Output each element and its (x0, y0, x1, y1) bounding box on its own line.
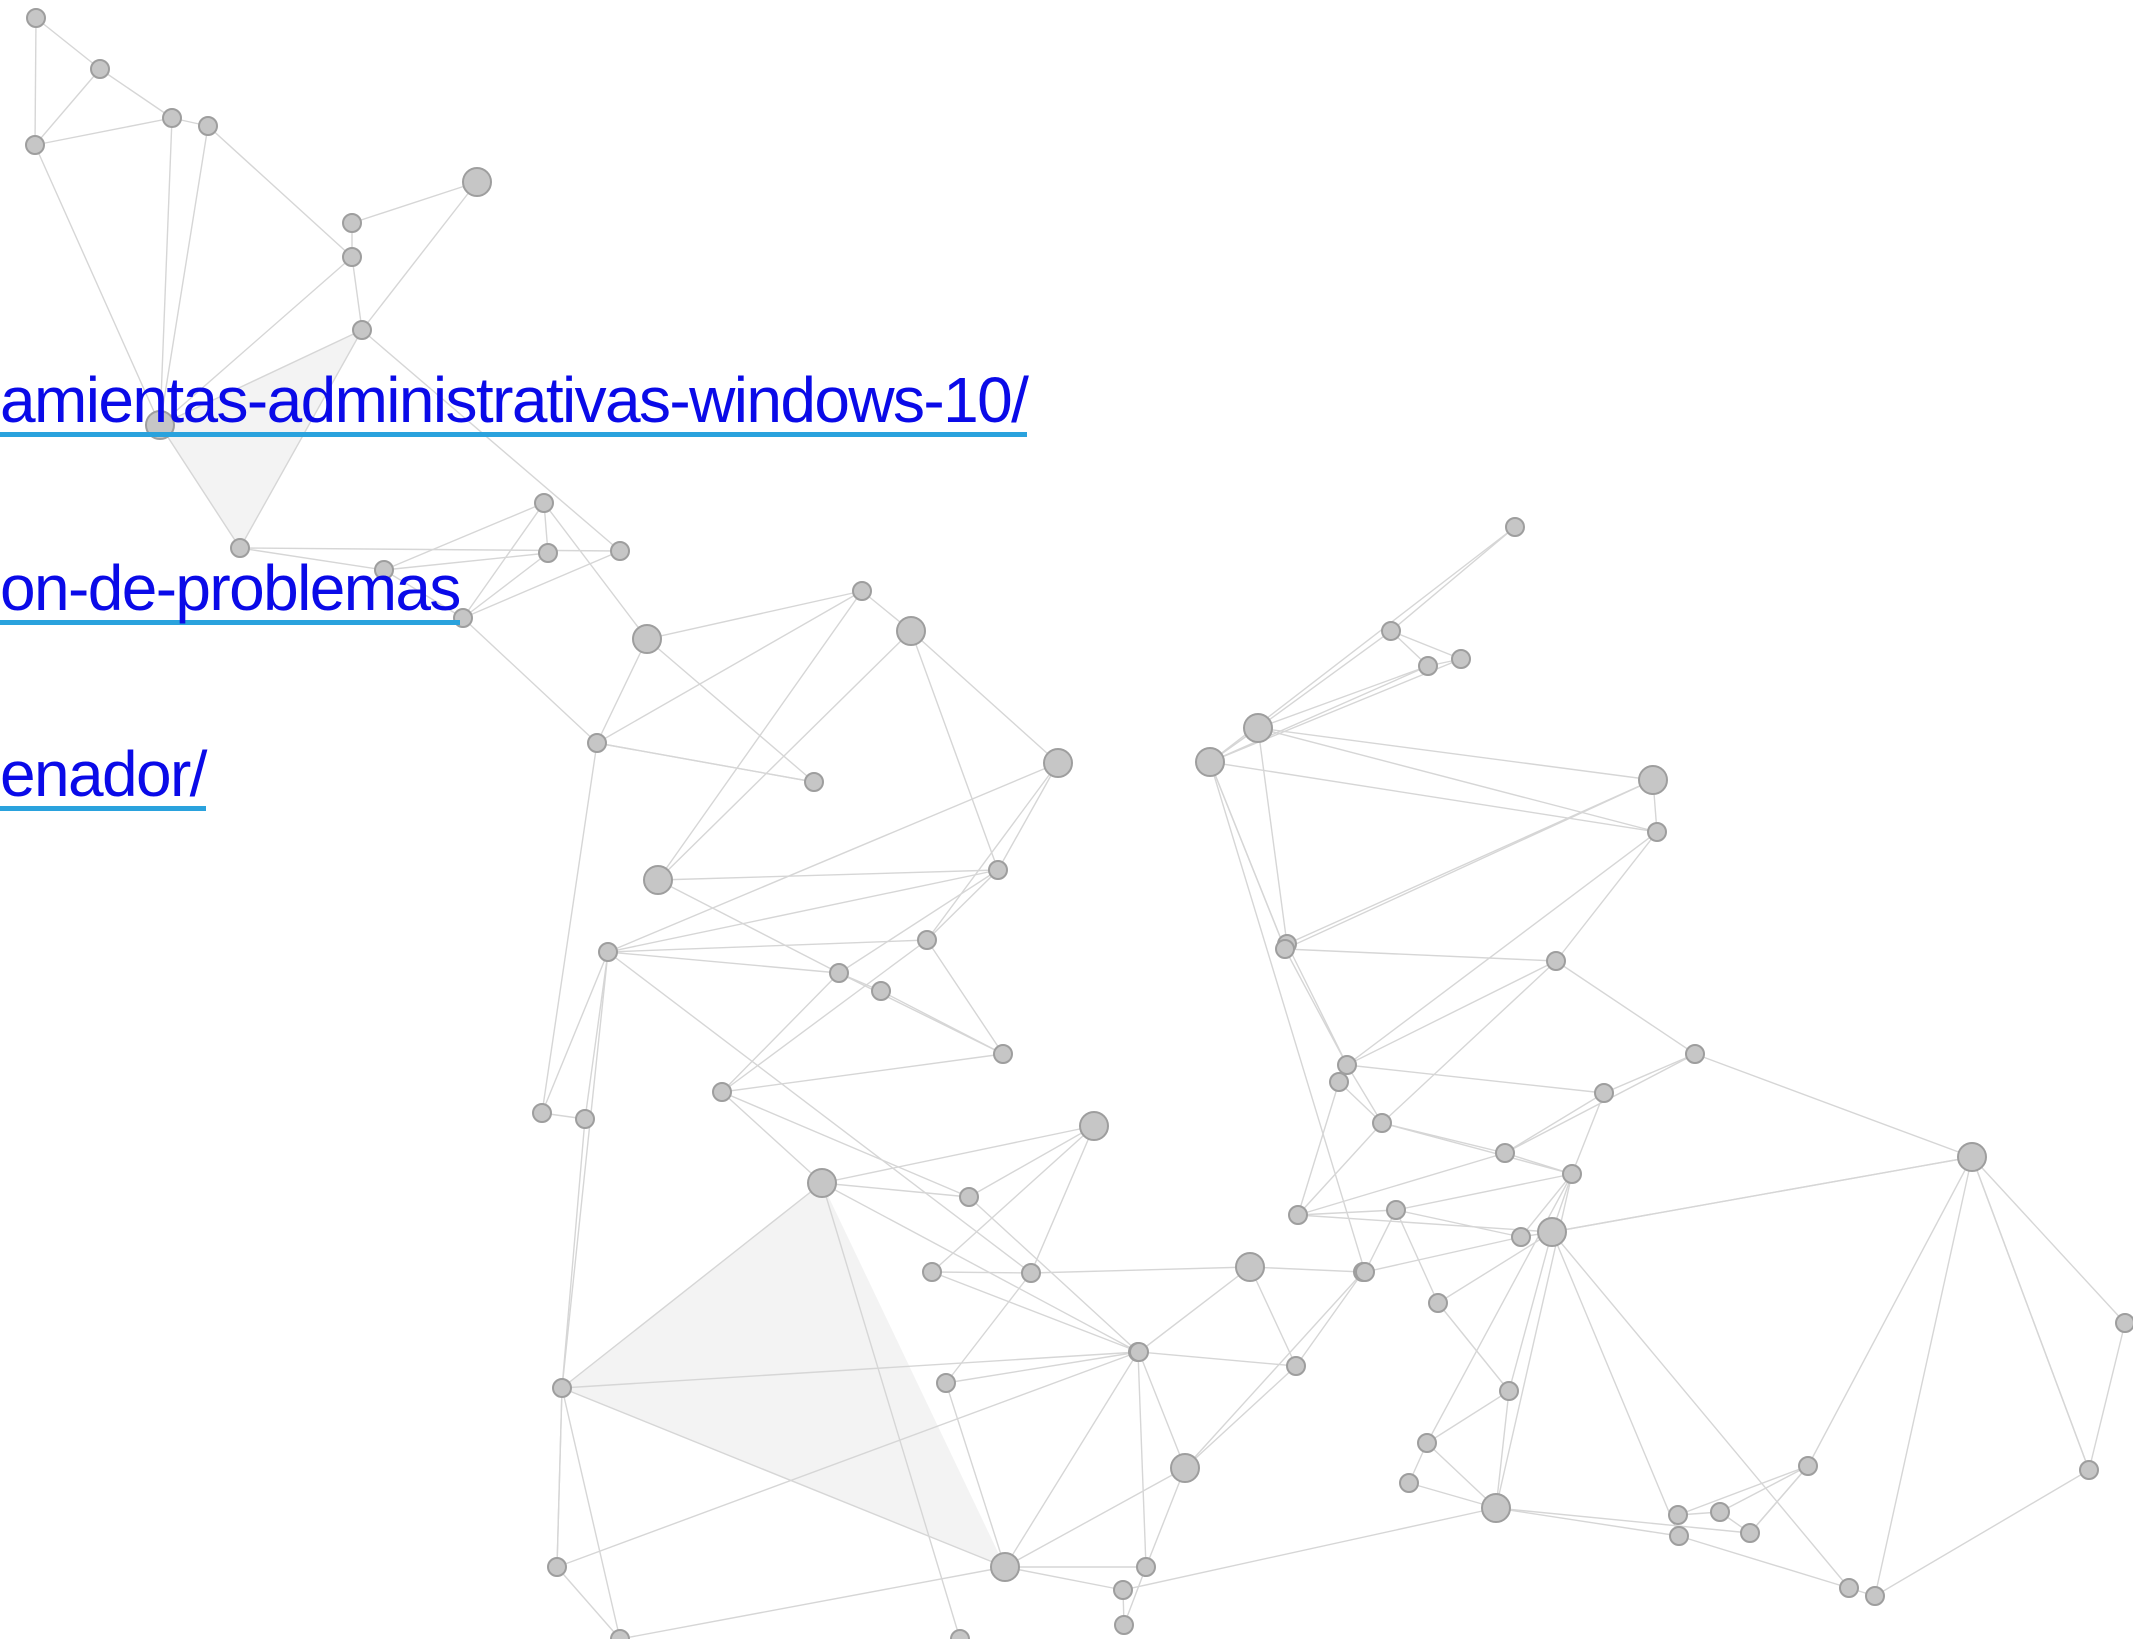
link-herramientas-administrativas[interactable]: amientas-administrativas-windows-10/ (0, 368, 1029, 437)
link-solucion-de-problemas[interactable]: on-de-problemas (0, 556, 461, 625)
link-ordenador[interactable]: enador/ (0, 742, 207, 811)
link-list: amientas-administrativas-windows-10/ on-… (0, 0, 2133, 1639)
